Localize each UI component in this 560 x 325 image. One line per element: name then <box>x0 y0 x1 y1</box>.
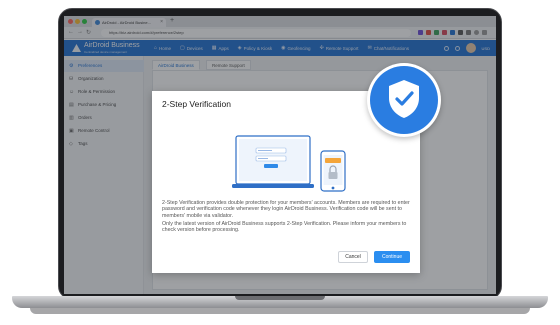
laptop-illustration-icon <box>232 135 314 188</box>
shield-check-icon <box>389 80 419 118</box>
laptop-shadow <box>30 308 530 314</box>
laptop-screen: AirDroid - AirDroid Busine... × + ← → ↻ … <box>64 16 496 294</box>
modal-title: 2-Step Verification <box>162 99 231 109</box>
continue-button[interactable]: Continue <box>374 251 410 263</box>
modal-description: 2-Step Verification provides double prot… <box>162 200 410 219</box>
laptop-notch <box>235 296 325 300</box>
cancel-button[interactable]: Cancel <box>338 251 368 263</box>
modal-note: Only the latest version of AirDroid Busi… <box>162 221 407 234</box>
shield-badge <box>367 63 441 137</box>
phone-lock-illustration-icon <box>320 150 346 192</box>
